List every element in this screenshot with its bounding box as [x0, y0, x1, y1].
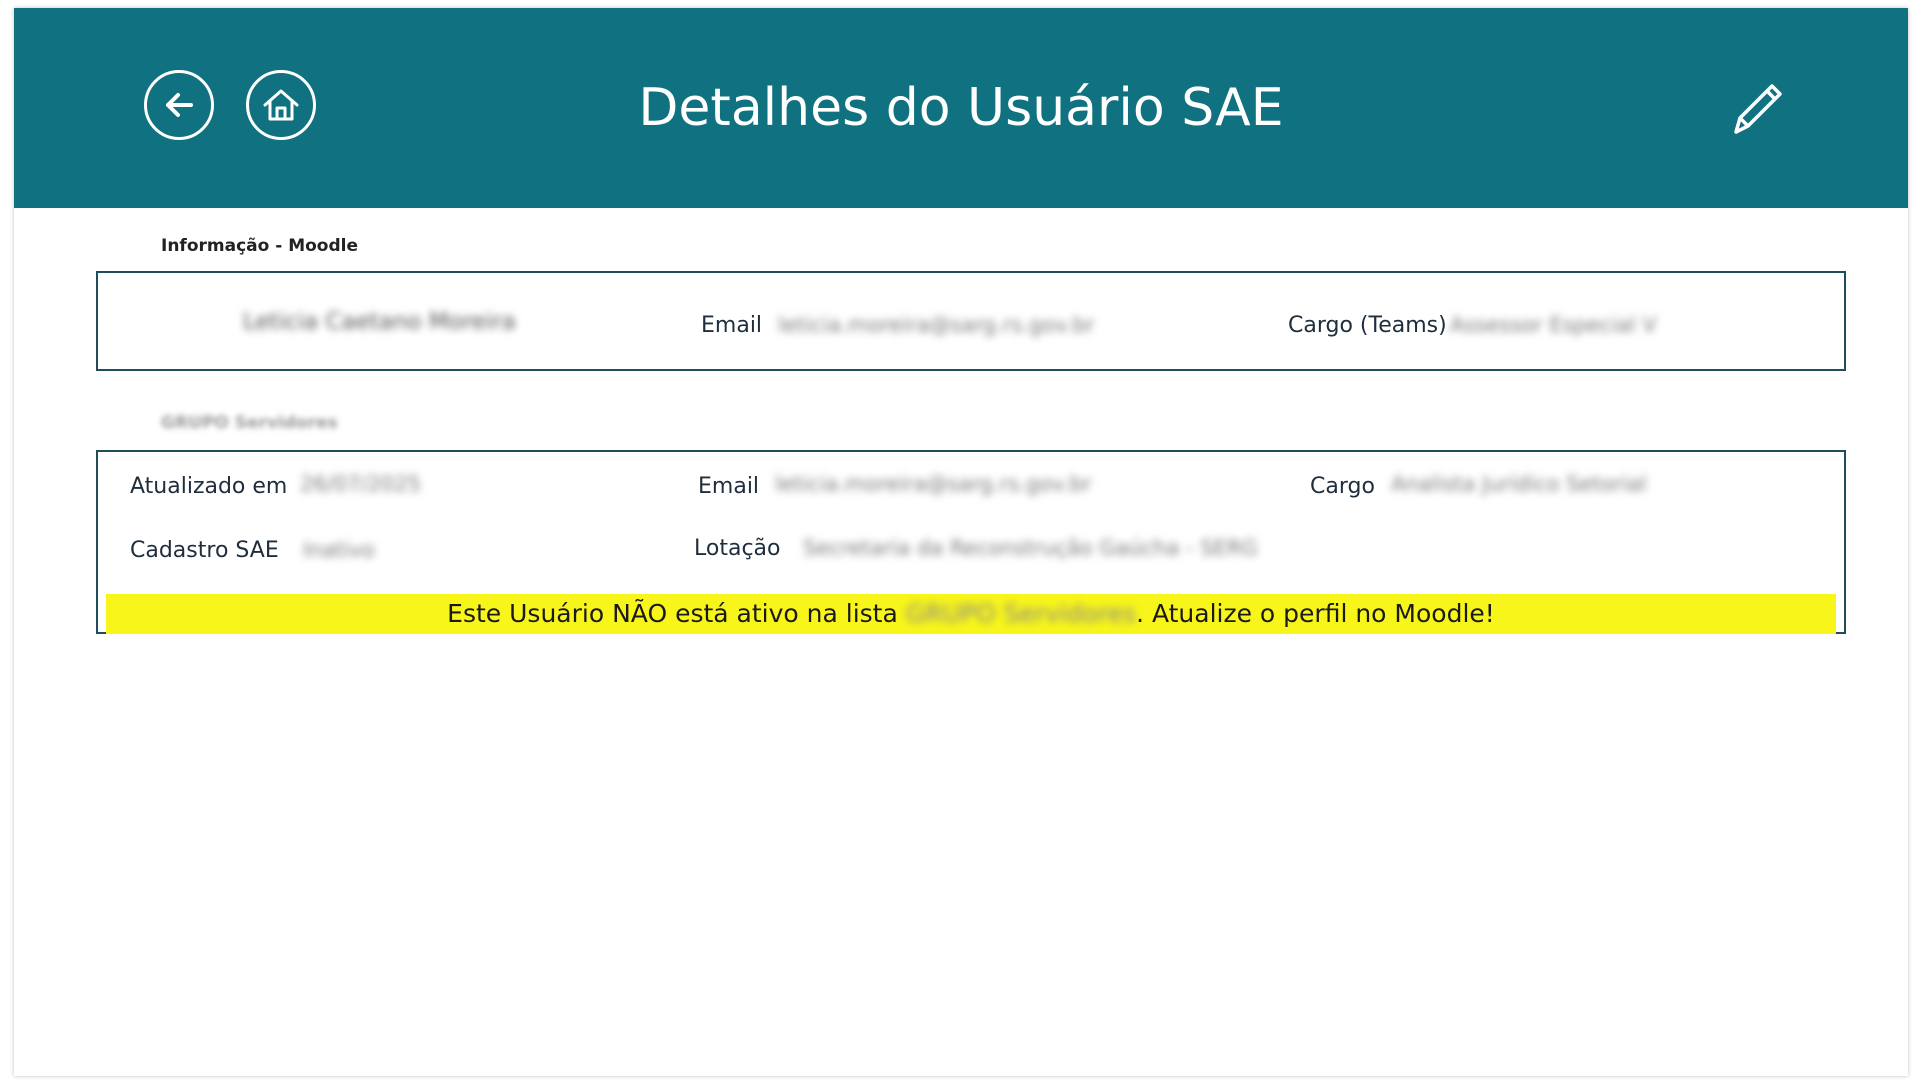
group-email-label: Email — [698, 474, 760, 499]
updated-value: 26/07/2025 — [300, 472, 422, 496]
edit-button[interactable] — [1722, 74, 1792, 144]
moodle-info-card: Leticia Caetano Moreira Email leticia.mo… — [96, 271, 1846, 371]
warning-prefix: Este Usuário NÃO está ativo na lista — [447, 599, 906, 628]
updated-label: Atualizado em — [130, 474, 288, 499]
group-email-value: leticia.moreira@sarg.rs.gov.br — [775, 472, 1092, 496]
inactive-warning-banner: Este Usuário NÃO está ativo na lista GRU… — [106, 594, 1836, 634]
lotacao-label: Lotação — [694, 536, 781, 561]
lotacao-value: Secretaria da Reconstrução Gaúcha - SERG — [803, 536, 1258, 560]
moodle-cargo-label: Cargo (Teams) — [1288, 313, 1447, 338]
header-bar: Detalhes do Usuário SAE — [14, 8, 1908, 208]
cadastro-value: Inativo — [303, 538, 375, 562]
pencil-icon — [1734, 84, 1782, 134]
group-cargo-value: Analista Jurídico Setorial — [1391, 472, 1647, 496]
moodle-email-value: leticia.moreira@sarg.rs.gov.br — [778, 313, 1095, 337]
app-window: Detalhes do Usuário SAE Informação - Moo… — [14, 8, 1908, 1076]
group-info-card: Atualizado em 26/07/2025 Email leticia.m… — [96, 450, 1846, 634]
warning-group-name: GRUPO Servidores — [905, 599, 1137, 628]
group-cargo-label: Cargo — [1310, 474, 1375, 499]
page-title: Detalhes do Usuário SAE — [638, 78, 1284, 138]
user-name-value: Leticia Caetano Moreira — [243, 309, 516, 335]
group-section-label: GRUPO Servidores — [161, 413, 338, 433]
warning-suffix: . Atualize o perfil no Moodle! — [1136, 599, 1495, 628]
moodle-email-label: Email — [701, 313, 763, 338]
moodle-cargo-value: Assessor Especial V — [1450, 313, 1657, 337]
moodle-section-label: Informação - Moodle — [161, 236, 358, 256]
cadastro-label: Cadastro SAE — [130, 538, 279, 563]
